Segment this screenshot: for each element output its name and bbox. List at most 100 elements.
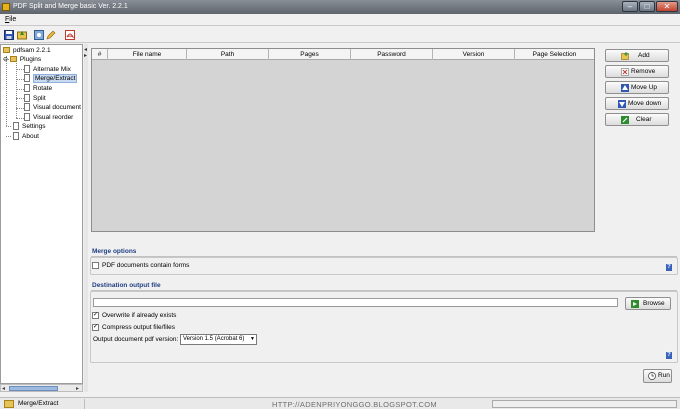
column-header[interactable]: Version [433,49,515,60]
status-plugin-name: Merge/Extract [18,400,59,407]
arrow-down-icon [618,100,626,108]
watermark-text: HTTP://ADENPRIYONGGO.BLOGSPOT.COM [272,400,437,409]
tree-plugin-label: Merge/Extract [33,74,78,83]
document-icon [24,94,30,102]
collapse-icon[interactable]: ⊖ [3,57,8,63]
column-header[interactable]: Path [187,49,269,60]
menu-file[interactable]: File [5,16,16,23]
tree-item-plugin[interactable]: Alternate Mix [24,65,71,74]
pdf-version-select[interactable]: Version 1.5 (Acrobat 6) ▼ [180,334,257,345]
browse-icon [631,300,639,308]
document-icon [24,65,30,73]
remove-icon [621,68,629,76]
run-icon [648,372,656,380]
folder-icon [3,47,10,53]
forms-checkbox-label: PDF documents contain forms [102,262,190,269]
document-icon [24,84,30,92]
clear-button[interactable]: Clear [605,113,669,126]
forms-checkbox[interactable] [92,262,99,269]
plugin-tree: pdfsam 2.2.1 ⊖ Plugins Alternate Mix Mer… [0,44,83,384]
run-button-label: Run [658,372,670,379]
scroll-left-icon[interactable]: ◂ [2,385,5,392]
pdf-version-value: Version 1.5 (Acrobat 6) [183,336,245,342]
menu-bar: File [0,14,680,26]
column-header[interactable]: Page Selection [515,49,594,60]
help-icon[interactable]: ? [666,352,672,359]
arrow-up-icon [621,84,629,92]
open-icon[interactable] [17,30,27,40]
scrollbar-thumb[interactable] [9,386,58,391]
help-icon[interactable]: ? [666,264,672,271]
remove-button[interactable]: Remove [605,65,669,78]
folder-icon [4,400,14,408]
settings-icon[interactable] [34,30,44,40]
tree-plugin-label: Visual reorder [33,114,74,121]
document-icon [13,132,19,140]
move-up-button-label: Move Up [631,84,658,91]
move-down-button-label: Move down [628,100,662,107]
pdf-version-label: Output document pdf version: [93,336,179,343]
remove-button-label: Remove [631,68,656,75]
document-icon [13,122,19,130]
title-bar: PDF Split and Merge basic Ver. 2.2.1 – □… [0,0,680,14]
compress-checkbox-label: Compress output file/files [102,324,175,331]
move-up-button[interactable]: Move Up [605,81,669,94]
clear-button-label: Clear [636,116,652,123]
tree-plugin-label: Rotate [33,85,53,92]
document-icon [24,113,30,121]
minimize-button[interactable]: – [622,1,638,12]
chevron-down-icon: ▼ [250,336,255,342]
tree-item-root[interactable]: pdfsam 2.2.1 [3,46,51,55]
merge-options-title: Merge options [92,248,137,255]
tree-item-plugins[interactable]: ⊖ Plugins [3,55,41,65]
folder-icon [9,56,17,62]
maximize-button[interactable]: □ [639,1,655,12]
tree-item-plugin[interactable]: Rotate [24,84,52,93]
tree-item-about[interactable]: About [13,132,39,141]
save-icon[interactable] [4,30,14,40]
status-divider [84,399,85,409]
status-bar: Merge/Extract HTTP://ADENPRIYONGGO.BLOGS… [0,397,680,409]
expand-right-icon[interactable]: ▸ [84,52,87,59]
close-button[interactable]: ✕ [656,1,678,12]
edit-icon[interactable] [46,30,56,40]
tree-plugin-label: Split [33,95,46,102]
add-icon [621,52,629,60]
scroll-right-icon[interactable]: ▸ [76,385,79,392]
tree-horizontal-scrollbar[interactable]: ◂ ▸ [0,384,83,392]
column-header[interactable]: Pages [269,49,351,60]
tree-root-label: pdfsam 2.2.1 [13,47,51,54]
tree-item-plugin[interactable]: Visual reorder [24,113,73,122]
document-icon [24,74,30,82]
add-button[interactable]: Add [605,49,669,62]
tree-item-plugin[interactable]: Visual document [24,103,81,112]
column-header[interactable]: File name [108,49,187,60]
pdf-icon[interactable] [65,30,75,40]
window-title: PDF Split and Merge basic Ver. 2.2.1 [13,3,128,10]
tree-item-plugin-selected[interactable]: Merge/Extract [24,74,78,83]
table-header: # File name Path Pages Password Version … [92,49,594,60]
file-table[interactable]: # File name Path Pages Password Version … [91,48,595,232]
tree-item-settings[interactable]: Settings [13,122,46,131]
column-header[interactable]: Password [351,49,433,60]
app-icon [2,3,10,11]
tree-item-plugin[interactable]: Split [24,94,46,103]
overwrite-checkbox-label: Overwrite if already exists [102,312,177,319]
overwrite-checkbox[interactable]: ✓ [92,312,99,319]
tree-plugins-label: Plugins [19,56,42,63]
destination-path-input[interactable] [93,298,618,307]
clear-icon [621,116,629,124]
compress-checkbox[interactable]: ✓ [92,324,99,331]
run-button[interactable]: Run [643,369,672,383]
browse-button-label: Browse [643,300,665,307]
status-progress-bar [492,400,677,408]
move-down-button[interactable]: Move down [605,97,669,110]
tree-plugin-label: Alternate Mix [33,66,71,73]
tree-plugin-label: Visual document [33,104,81,111]
toolbar [0,27,680,43]
destination-title: Destination output file [92,282,161,289]
browse-button[interactable]: Browse [625,297,671,310]
column-header[interactable]: # [92,49,108,60]
add-button-label: Add [638,52,650,59]
merge-panel: # File name Path Pages Password Version … [88,44,680,392]
